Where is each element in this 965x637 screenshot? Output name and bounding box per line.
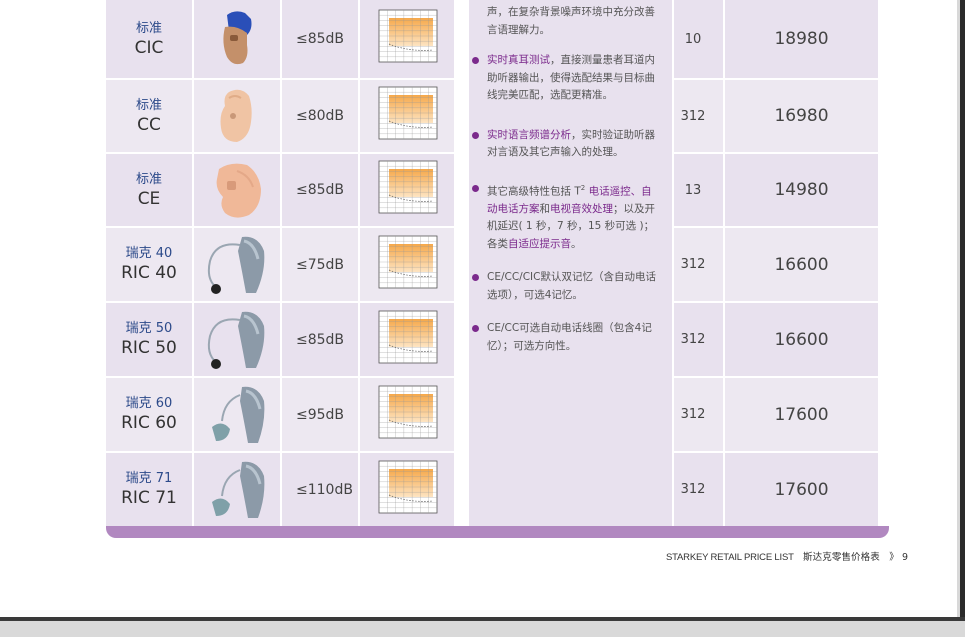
max-hearing-loss: ≤85dB [282, 0, 360, 78]
fitting-range-chart [378, 235, 438, 288]
feature-text: 其它高级特性包括 T [487, 185, 581, 197]
table-footer-band [106, 526, 889, 538]
price: 17600 [725, 453, 878, 526]
fitting-range-chart-cell [360, 154, 456, 226]
cic-hearing-aid-icon [223, 11, 252, 65]
price-table: 标准 CIC ≤85dB 10 18980 标准 CC ≤80dB 312 16… [106, 0, 889, 538]
price: 16600 [725, 303, 878, 376]
price: 16980 [725, 80, 878, 152]
model-name-en: RIC 71 [121, 488, 177, 508]
price: 16600 [725, 228, 878, 301]
fitting-range-chart-cell [360, 453, 456, 526]
footer-separator: 》 [889, 552, 899, 563]
feature-item: CE/CC可选自动电话线圈（包含4记忆）；可选方向性。 [472, 320, 662, 355]
model-name-cn: 瑞克 60 [125, 396, 173, 411]
product-image-cell [194, 154, 282, 226]
bullet-icon [472, 184, 479, 192]
cc-hearing-aid-icon [220, 89, 252, 142]
feature-text: CE/CC/CIC默认双记忆（含自动电话选项），可选4记忆。 [487, 271, 656, 301]
model-name-cn: 标准 [135, 171, 162, 187]
feature-item: CE/CC/CIC默认双记忆（含自动电话选项），可选4记忆。 [472, 269, 662, 304]
fitting-range-chart [378, 385, 438, 438]
product-image-cell [194, 0, 282, 78]
feature-text: 声，在复杂背景噪声环境中充分改善言语理解力。 [487, 6, 655, 36]
product-image-cell [194, 453, 282, 526]
model-name-en: RIC 60 [121, 413, 177, 433]
max-hearing-loss: ≤85dB [282, 154, 360, 226]
fitting-range-chart-cell [360, 378, 456, 451]
feature-text: 和 [539, 202, 551, 215]
ric-hearing-aid-icon [207, 311, 265, 369]
model-name-en: RIC 40 [121, 263, 177, 283]
max-hearing-loss: ≤95dB [282, 378, 360, 451]
bullet-icon [472, 57, 479, 64]
model-name-cell: 标准 CC [106, 80, 194, 152]
footer-title-cn: 斯达克零售价格表 [803, 552, 880, 563]
page-footer: STARKEY RETAIL PRICE LIST 斯达克零售价格表 》 9 [666, 549, 908, 563]
model-name-cell: 标准 CE [106, 154, 194, 226]
model-name-cell: 瑞克 71 RIC 71 [106, 453, 194, 526]
price: 18980 [725, 0, 878, 78]
ric-hearing-aid-icon [212, 386, 265, 443]
page-number: 9 [901, 552, 909, 563]
feature-item: 声，在复杂背景噪声环境中充分改善言语理解力。 [487, 4, 662, 39]
model-name-cn: 瑞克 40 [125, 246, 173, 261]
feature-highlight: 电视音效处理 [550, 202, 613, 215]
feature-text: 。 [571, 237, 582, 250]
feature-highlight: 自适应提示音 [508, 237, 571, 250]
model-name-cell: 瑞克 40 RIC 40 [106, 228, 194, 301]
model-name-cn: 标准 [135, 20, 162, 36]
feature-text: CE/CC可选自动电话线圈（包含4记忆）；可选方向性。 [487, 322, 652, 352]
fitting-range-chart [378, 9, 438, 63]
max-hearing-loss: ≤85dB [282, 303, 360, 376]
bullet-icon [472, 131, 479, 139]
model-name-en: CIC [134, 37, 164, 58]
footer-title-en: STARKEY RETAIL PRICE LIST [666, 552, 794, 563]
ric-hearing-aid-icon [212, 461, 265, 518]
fitting-range-chart-cell [360, 228, 456, 301]
feature-highlight: 实时真耳测试 [487, 54, 550, 66]
model-name-cn: 标准 [135, 97, 162, 113]
max-hearing-loss: ≤75dB [282, 228, 360, 301]
fitting-range-chart [378, 460, 438, 513]
model-name-cn: 瑞克 71 [125, 471, 173, 486]
feature-item: 实时语言频谱分析，实时验证助听器对言语及其它声输入的处理。 [472, 127, 662, 162]
model-name-cell: 标准 CIC [106, 0, 194, 78]
model-name-en: CC [137, 114, 161, 135]
product-image-cell [194, 228, 282, 301]
fitting-range-chart-cell [360, 303, 456, 376]
model-name-cell: 瑞克 60 RIC 60 [106, 378, 194, 451]
price: 14980 [725, 154, 878, 226]
features-column: 声，在复杂背景噪声环境中充分改善言语理解力。 实时真耳测试，直接测量患者耳道内助… [467, 0, 674, 526]
product-image-cell [194, 303, 282, 376]
product-image-cell [194, 378, 282, 451]
bullet-icon [472, 274, 479, 281]
product-image-cell [194, 80, 282, 152]
viewer-bottom-border [0, 617, 965, 621]
fitting-range-chart-cell [360, 80, 456, 152]
model-name-cell: 瑞克 50 RIC 50 [106, 303, 194, 376]
fitting-range-chart [378, 310, 438, 363]
max-hearing-loss: ≤80dB [282, 80, 360, 152]
max-hearing-loss: ≤110dB [282, 453, 360, 526]
viewer-scroll-edge [960, 0, 965, 637]
model-name-en: CE [137, 188, 161, 209]
price: 17600 [725, 378, 878, 451]
ce-hearing-aid-icon [216, 163, 261, 218]
bullet-icon [472, 325, 479, 332]
model-name-en: RIC 50 [121, 338, 177, 358]
fitting-range-chart [378, 160, 438, 214]
feature-item: 其它高级特性包括 T2 电话遥控、自动电话方案和电视音效处理；以及开机延迟( 1… [472, 180, 662, 254]
fitting-range-chart [378, 86, 438, 140]
feature-highlight: 实时语言频谱分析 [487, 128, 571, 141]
feature-item: 实时真耳测试，直接测量患者耳道内助听器输出，使得选配结果与目标曲线完美匹配，选配… [472, 52, 662, 105]
fitting-range-chart-cell [360, 0, 456, 78]
ric-hearing-aid-icon [207, 236, 265, 294]
model-name-cn: 瑞克 50 [125, 321, 173, 336]
